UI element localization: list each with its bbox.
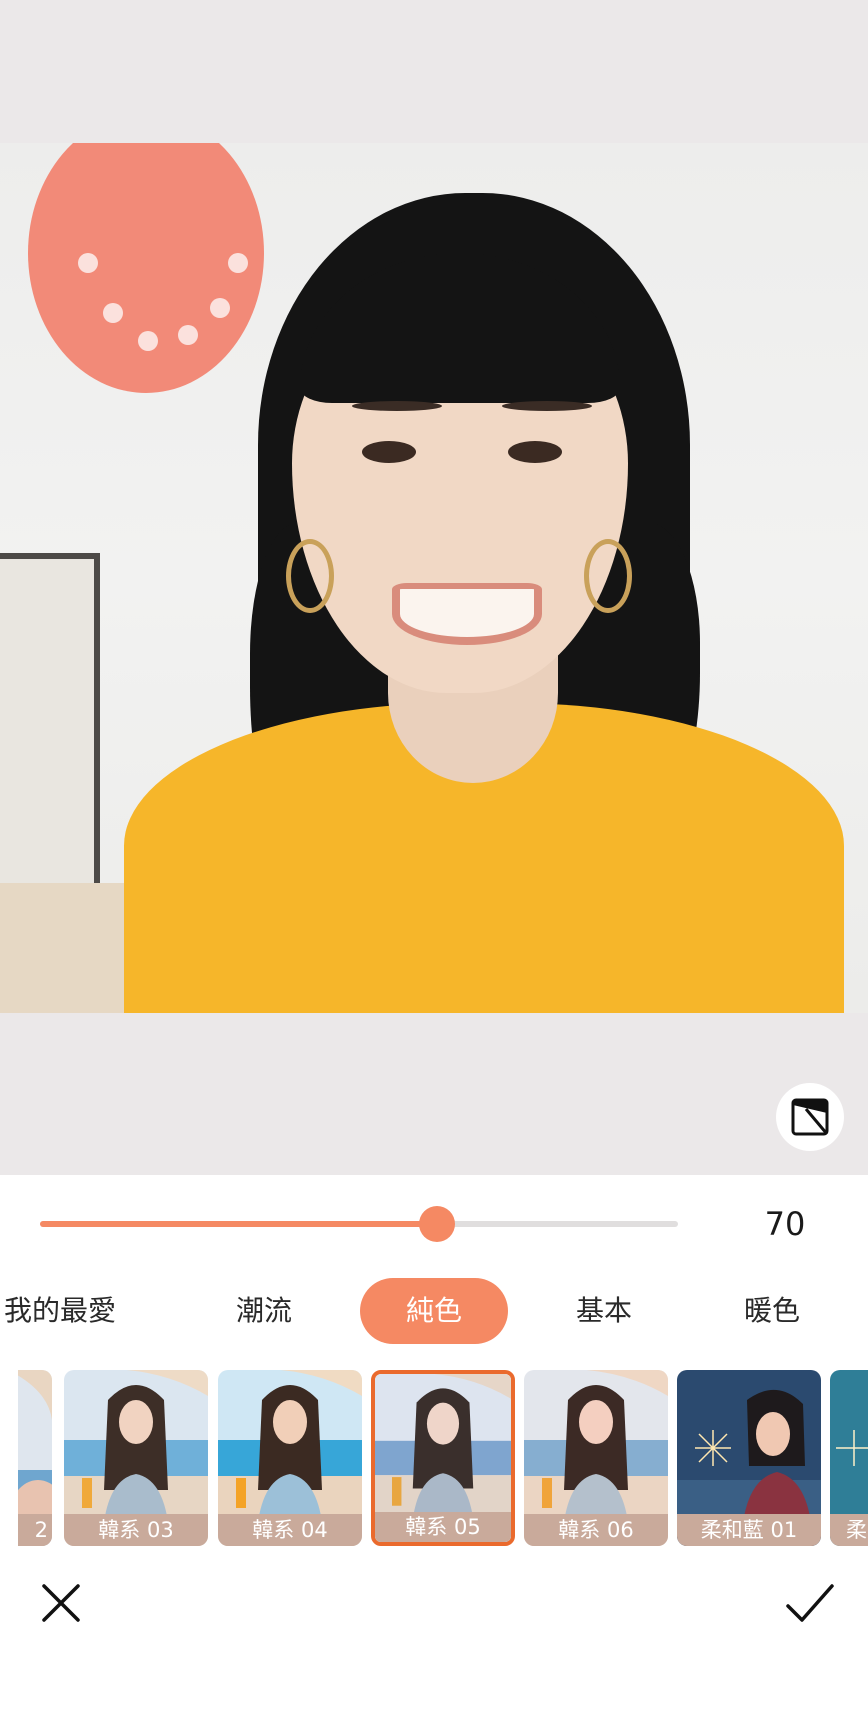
compare-icon (791, 1098, 829, 1136)
tab-basic[interactable]: 基本 (562, 1278, 646, 1344)
edited-photo (0, 143, 868, 1013)
filter-label: 韓系 04 (218, 1514, 362, 1546)
smile (392, 583, 542, 645)
filter-label: 2 (18, 1514, 52, 1546)
left-eye (362, 441, 416, 463)
right-brow (502, 401, 592, 411)
slider-fill (40, 1221, 437, 1227)
tab-favorites[interactable]: 我的最愛 (0, 1278, 120, 1344)
left-earring (286, 539, 334, 613)
filter-item[interactable]: 韓系 06 (524, 1370, 668, 1546)
filter-label: 韓系 03 (64, 1514, 208, 1546)
photo-canvas (0, 0, 868, 1175)
intensity-value: 70 (764, 1205, 806, 1243)
tab-trend[interactable]: 潮流 (222, 1278, 306, 1344)
checkmark-icon (786, 1584, 834, 1622)
filter-item[interactable]: 柔 (830, 1370, 868, 1546)
filter-label: 柔 (830, 1514, 868, 1546)
filter-label: 韓系 06 (524, 1514, 668, 1546)
right-eye (508, 441, 562, 463)
background-frame (0, 553, 100, 905)
filter-label: 柔和藍 01 (677, 1514, 821, 1546)
tab-warm[interactable]: 暖色 (730, 1278, 814, 1344)
filter-strip: 2 韓系 03 韓系 04 韓系 05 韓系 06 柔和藍 01 柔 (18, 1370, 868, 1548)
filter-item[interactable]: 韓系 04 (218, 1370, 362, 1546)
close-icon (42, 1584, 80, 1622)
clock-markers (78, 253, 248, 351)
filter-category-tabs: 我的最愛 潮流 純色 基本 暖色 (0, 1278, 868, 1344)
slider-thumb[interactable] (419, 1206, 455, 1242)
compare-button[interactable] (776, 1083, 844, 1151)
right-earring (584, 539, 632, 613)
filter-label: 韓系 05 (375, 1512, 511, 1542)
left-brow (352, 401, 442, 411)
filter-item[interactable]: 2 (18, 1370, 52, 1546)
filter-item[interactable]: 柔和藍 01 (677, 1370, 821, 1546)
tab-solid-color[interactable]: 純色 (360, 1278, 508, 1344)
filter-item[interactable]: 韓系 03 (64, 1370, 208, 1546)
intensity-slider[interactable] (40, 1206, 678, 1242)
cancel-button[interactable] (38, 1580, 84, 1626)
confirm-button[interactable] (784, 1580, 836, 1626)
filter-item[interactable]: 韓系 05 (371, 1370, 515, 1546)
